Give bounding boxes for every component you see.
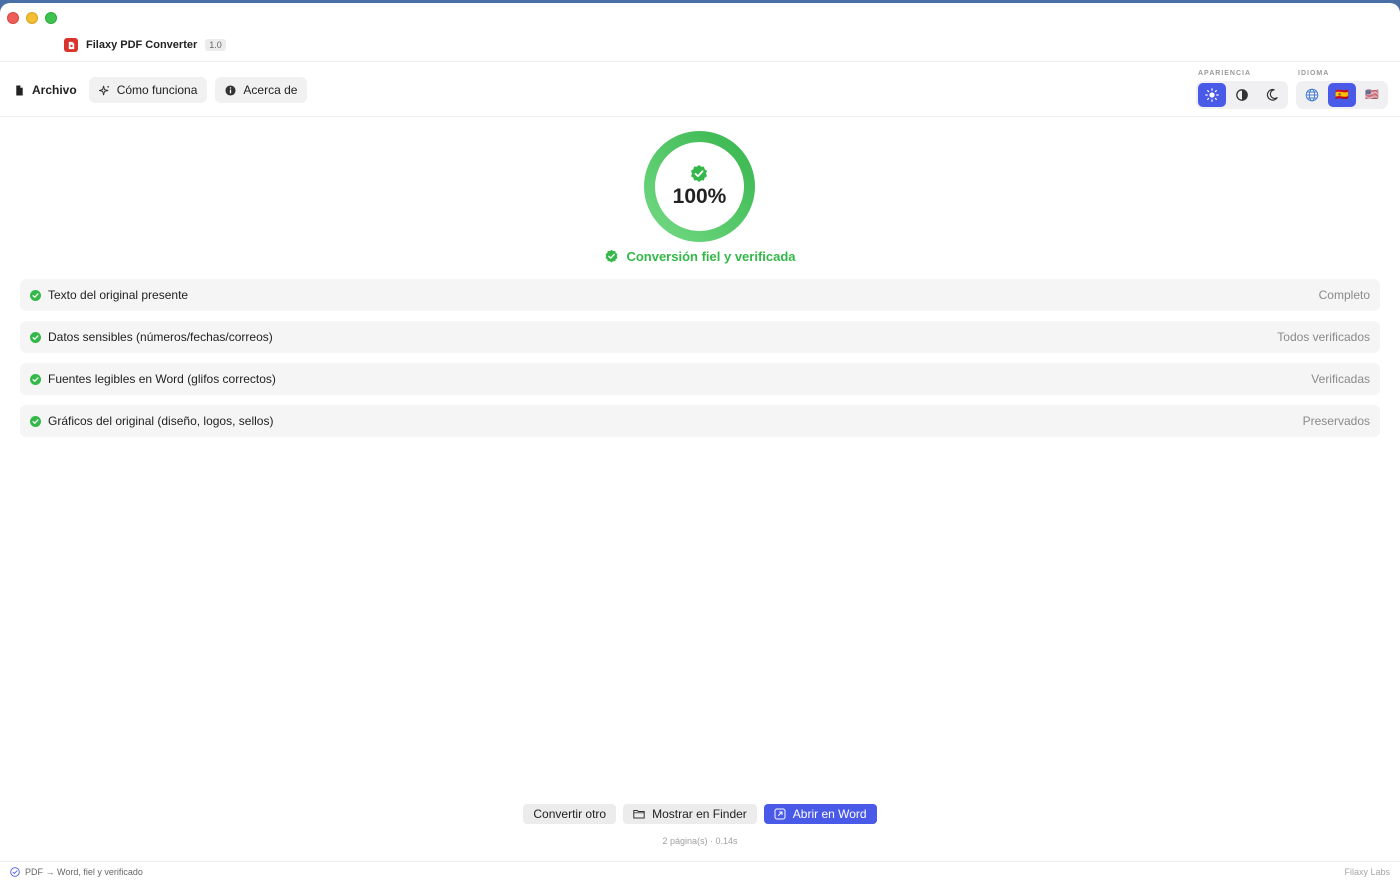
flag-es-icon: 🇪🇸	[1335, 88, 1349, 101]
appearance-selector: APARIENCIA	[1196, 70, 1288, 109]
language-label: IDIOMA	[1298, 70, 1330, 77]
nav-como-funciona-button[interactable]: Cómo funciona	[88, 77, 208, 103]
open-external-icon	[774, 808, 786, 820]
sun-icon	[1205, 88, 1219, 102]
check-circle-icon	[30, 415, 41, 427]
appearance-dark-button[interactable]	[1258, 83, 1286, 107]
action-bar: Convertir otro Mostrar en Finder Abrir e…	[0, 804, 1400, 824]
language-es-button[interactable]: 🇪🇸	[1328, 83, 1356, 107]
footer-brand: Filaxy Labs	[1344, 866, 1390, 877]
nav-archivo-button[interactable]: Archivo	[8, 77, 81, 103]
moon-icon	[1266, 88, 1278, 101]
check-circle-icon	[30, 331, 41, 343]
check-label: Gráficos del original (diseño, logos, se…	[48, 414, 274, 428]
check-value: Todos verificados	[1277, 330, 1370, 344]
sparkle-icon	[98, 85, 109, 95]
nav-como-funciona-label: Cómo funciona	[116, 83, 198, 97]
globe-icon	[1305, 88, 1319, 102]
toolbar: Archivo Cómo funciona Acerca de APARIENC…	[0, 61, 1400, 117]
nav-acerca-de-button[interactable]: Acerca de	[215, 77, 308, 103]
footer-status-text: PDF → Word, fiel y verificado	[25, 866, 143, 877]
convert-other-button[interactable]: Convertir otro	[523, 804, 617, 824]
language-en-button[interactable]: 🇺🇸	[1358, 83, 1386, 107]
check-row: Datos sensibles (números/fechas/correos)…	[20, 321, 1380, 353]
check-value: Verificadas	[1311, 372, 1370, 386]
footer-status: PDF → Word, fiel y verificado	[10, 867, 143, 877]
app-window: Filaxy PDF Converter 1.0 Archivo Cómo fu…	[0, 3, 1400, 881]
nav-acerca-de-label: Acerca de	[243, 83, 298, 97]
app-name: Filaxy PDF Converter	[86, 39, 198, 51]
conversion-meta: 2 página(s) · 0.14s	[662, 836, 738, 846]
check-row: Fuentes legibles en Word (glifos correct…	[20, 363, 1380, 395]
close-window-button[interactable]	[7, 12, 19, 24]
verification-list: Texto del original presente Completo Dat…	[20, 279, 1380, 437]
appearance-auto-button[interactable]	[1228, 83, 1256, 107]
show-in-finder-label: Mostrar en Finder	[652, 807, 747, 821]
flag-us-icon: 🇺🇸	[1365, 88, 1379, 101]
open-in-word-button[interactable]: Abrir en Word	[763, 804, 877, 824]
check-label: Fuentes legibles en Word (glifos correct…	[48, 372, 276, 386]
progress-ring: 100%	[642, 129, 757, 244]
verified-badge-icon	[691, 165, 707, 182]
window-controls	[7, 12, 57, 24]
open-in-word-label: Abrir en Word	[792, 807, 867, 821]
check-value: Completo	[1318, 288, 1370, 302]
progress-percent: 100%	[672, 185, 727, 208]
check-circle-icon	[30, 373, 41, 385]
check-label: Texto del original presente	[48, 288, 189, 302]
title-bar: Filaxy PDF Converter 1.0	[64, 38, 226, 52]
minimize-window-button[interactable]	[26, 12, 38, 24]
check-value: Preservados	[1302, 414, 1370, 428]
language-segmented-control: 🇪🇸 🇺🇸	[1296, 81, 1388, 109]
status-footer: PDF → Word, fiel y verificado Filaxy Lab…	[0, 861, 1400, 881]
appearance-light-button[interactable]	[1198, 83, 1226, 107]
app-logo-icon	[64, 38, 78, 52]
verified-badge-icon	[605, 249, 618, 263]
contrast-icon	[1236, 89, 1248, 101]
conversion-status-text: Conversión fiel y verificada	[626, 249, 796, 264]
conversion-status: Conversión fiel y verificada	[0, 249, 1400, 264]
check-row: Gráficos del original (diseño, logos, se…	[20, 405, 1380, 437]
language-auto-button[interactable]	[1298, 83, 1326, 107]
check-row: Texto del original presente Completo	[20, 279, 1380, 311]
info-icon	[225, 84, 236, 96]
convert-other-label: Convertir otro	[533, 807, 607, 821]
maximize-window-button[interactable]	[45, 12, 57, 24]
appearance-segmented-control	[1196, 81, 1288, 109]
app-version-badge: 1.0	[205, 39, 226, 51]
appearance-label: APARIENCIA	[1198, 70, 1252, 77]
show-in-finder-button[interactable]: Mostrar en Finder	[623, 804, 757, 824]
nav-archivo-label: Archivo	[32, 83, 77, 97]
document-icon	[16, 84, 23, 96]
check-circle-icon	[30, 289, 41, 301]
main-nav: Archivo Cómo funciona Acerca de	[8, 77, 308, 103]
language-selector: IDIOMA 🇪🇸 🇺🇸	[1296, 70, 1388, 109]
verified-small-icon	[10, 866, 20, 877]
check-label: Datos sensibles (números/fechas/correos)	[48, 330, 273, 344]
folder-icon	[633, 810, 645, 819]
